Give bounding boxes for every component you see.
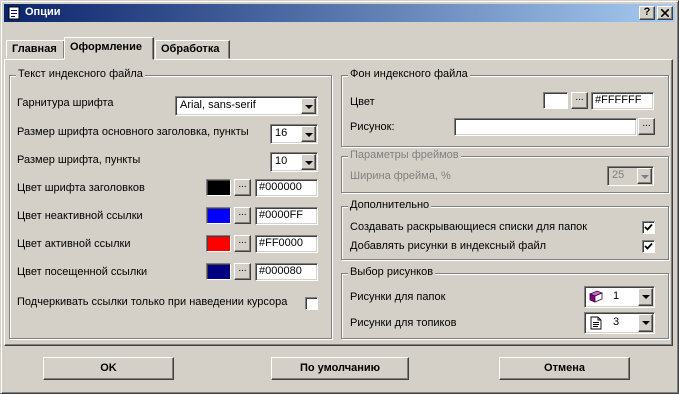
active-link-color-input[interactable]: #FF0000 [255,235,318,253]
background-color-input[interactable]: #FFFFFF [591,92,654,110]
background-color-pick-button[interactable]: ... [571,92,588,109]
inactive-link-color-swatch[interactable] [206,207,231,224]
folder-images-label: Рисунки для папок [350,291,446,303]
heading-color-label: Цвет шрифта заголовков [17,182,145,194]
font-size-value: 10 [275,155,288,167]
heading-color-value: #000000 [259,181,302,193]
heading-color-input[interactable]: #000000 [255,179,318,197]
header-size-select[interactable]: 16 [270,124,318,144]
topic-images-select[interactable]: 3 [584,312,655,334]
chevron-down-icon[interactable] [638,288,653,306]
inactive-link-color-value: #0000FF [259,209,304,221]
visited-link-color-label: Цвет посещенной ссылки [17,266,148,278]
chevron-down-icon[interactable] [637,168,652,184]
font-size-label: Размер шрифта, пункты [17,154,141,166]
frame-width-value: 25 [612,169,625,181]
topic-images-value: 3 [613,316,620,328]
topic-images-label: Рисунки для топиков [350,317,457,329]
inactive-link-color-label: Цвет неактивной ссылки [17,210,143,222]
cancel-button[interactable]: Отмена [499,357,630,380]
chevron-down-icon[interactable] [301,126,316,142]
font-family-select[interactable]: Arial, sans-serif [175,96,318,116]
dropdown-lists-label: Создавать раскрывающиеся списки для папо… [350,221,588,233]
frame-width-label: Ширина фрейма, % [350,170,451,182]
header-size-label: Размер шрифта основного заголовка, пункт… [17,126,249,138]
checkmark-icon [644,242,653,250]
inactive-link-color-pick-button[interactable]: ... [234,207,251,224]
group-title: Параметры фреймов [348,149,461,161]
dropdown-lists-checkbox[interactable] [642,221,655,234]
background-image-browse-button[interactable]: ... [638,118,655,135]
active-link-color-label: Цвет активной ссылки [17,238,131,250]
tab-processing[interactable]: Обработка [155,40,230,59]
help-button[interactable]: ? [639,6,655,20]
group-title: Фон индексного файла [348,68,470,80]
underline-hover-label: Подчеркивать ссылки только при наведении… [17,296,288,308]
heading-color-pick-button[interactable]: ... [234,179,251,196]
chevron-down-icon[interactable] [301,154,316,170]
tab-main[interactable]: Главная [6,40,65,59]
frame-width-select[interactable]: 25 [607,166,654,186]
inactive-link-color-input[interactable]: #0000FF [255,207,318,225]
tab-appearance[interactable]: Оформление [64,37,154,60]
underline-hover-checkbox[interactable] [305,297,318,310]
font-family-value: Arial, sans-serif [180,99,256,111]
active-link-color-value: #FF0000 [259,237,304,249]
group-title: Дополнительно [348,199,432,211]
active-link-color-swatch[interactable] [206,235,231,252]
visited-link-color-swatch[interactable] [206,263,231,280]
folder-images-value: 1 [613,290,620,302]
heading-color-swatch[interactable] [206,179,231,196]
add-images-label: Добавлять рисунки в индексный файл [350,240,547,252]
active-link-color-pick-button[interactable]: ... [234,235,251,252]
chevron-down-icon[interactable] [301,98,316,114]
close-button[interactable] [657,6,673,20]
checkmark-icon [644,223,653,231]
chevron-down-icon[interactable] [638,314,653,332]
default-button[interactable]: По умолчанию [271,357,409,380]
background-image-input[interactable] [454,118,637,136]
group-title: Выбор рисунков [348,266,436,278]
title-bar[interactable]: Опции ? [4,4,675,22]
add-images-checkbox[interactable] [642,240,655,253]
visited-link-color-input[interactable]: #000080 [255,263,318,281]
group-title: Текст индексного файла [16,68,145,80]
ok-button[interactable]: OK [43,357,174,380]
background-color-value: #FFFFFF [595,94,642,106]
font-size-select[interactable]: 10 [270,152,318,172]
close-icon [660,8,670,18]
background-color-label: Цвет [350,96,375,108]
book-icon [589,290,603,303]
document-icon [590,316,602,330]
window-title: Опции [25,6,61,18]
visited-link-color-value: #000080 [259,265,302,277]
app-icon [8,6,20,20]
background-color-swatch[interactable] [543,92,568,109]
background-group: Фон индексного файла [341,68,669,147]
font-family-label: Гарнитура шрифта [17,97,114,109]
header-size-value: 16 [275,127,288,139]
background-image-label: Рисунок: [350,121,395,133]
visited-link-color-pick-button[interactable]: ... [234,263,251,280]
folder-images-select[interactable]: 1 [584,286,655,308]
